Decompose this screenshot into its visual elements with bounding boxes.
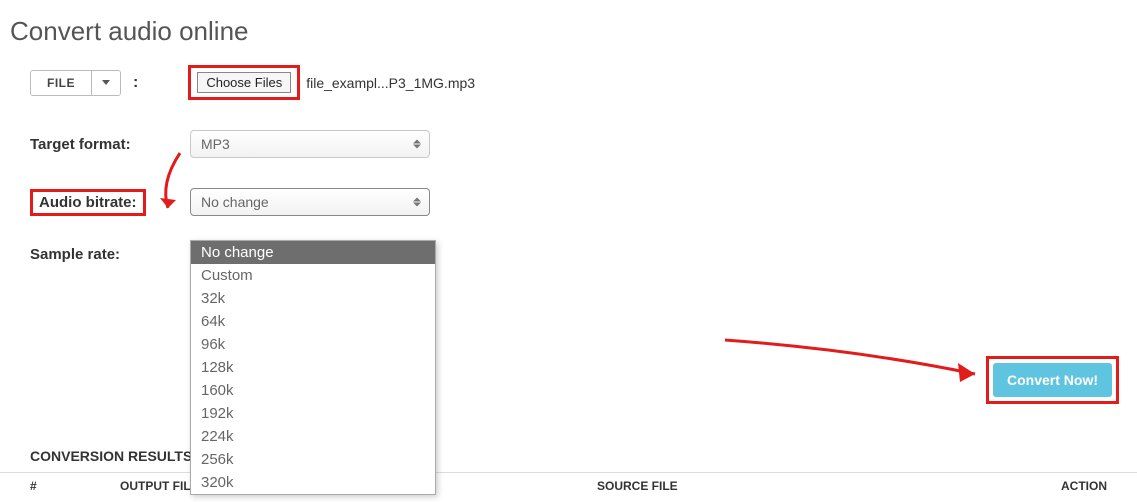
- chosen-filename: file_exampl...P3_1MG.mp3: [306, 75, 475, 91]
- bitrate-option[interactable]: 192k: [191, 402, 435, 425]
- bitrate-option[interactable]: 160k: [191, 379, 435, 402]
- bitrate-option[interactable]: No change: [191, 241, 435, 264]
- target-format-value: MP3: [201, 136, 230, 152]
- choose-files-button[interactable]: Choose Files: [197, 72, 291, 93]
- sample-rate-label: Sample rate:: [30, 246, 190, 263]
- bitrate-option[interactable]: Custom: [191, 264, 435, 287]
- annotation-arrow-icon: [720, 330, 1000, 390]
- convert-highlight: Convert Now!: [986, 356, 1119, 404]
- file-row: FILE : Choose Files file_exampl...P3_1MG…: [30, 65, 1127, 100]
- convert-now-button[interactable]: Convert Now!: [993, 363, 1112, 397]
- results-table-header: # OUTPUT FILE SOURCE FILE ACTION: [0, 472, 1137, 499]
- bitrate-option[interactable]: 32k: [191, 287, 435, 310]
- bitrate-option[interactable]: 96k: [191, 333, 435, 356]
- select-arrows-icon: [413, 198, 421, 207]
- bitrate-option[interactable]: 128k: [191, 356, 435, 379]
- page-title: Convert audio online: [0, 0, 1137, 55]
- bitrate-option[interactable]: 64k: [191, 310, 435, 333]
- bitrate-option[interactable]: 224k: [191, 425, 435, 448]
- bitrate-option[interactable]: 320k: [191, 471, 435, 494]
- target-format-label: Target format:: [30, 136, 190, 153]
- target-format-select[interactable]: MP3: [190, 130, 430, 158]
- col-hash: #: [30, 479, 120, 493]
- audio-bitrate-select[interactable]: No change: [190, 188, 430, 216]
- file-source-caret[interactable]: [91, 71, 120, 95]
- caret-down-icon: [102, 80, 110, 85]
- conversion-results-label: CONVERSION RESULTS:: [30, 448, 197, 464]
- audio-bitrate-label: Audio bitrate:: [30, 189, 146, 216]
- col-action: ACTION: [1027, 479, 1107, 493]
- select-arrows-icon: [413, 140, 421, 149]
- choose-files-highlight: Choose Files: [188, 65, 300, 100]
- col-source: SOURCE FILE: [597, 479, 1027, 493]
- file-colon: :: [133, 74, 138, 92]
- audio-bitrate-row: Audio bitrate: No change: [30, 188, 1127, 216]
- bitrate-option[interactable]: 256k: [191, 448, 435, 471]
- audio-bitrate-dropdown[interactable]: No changeCustom32k64k96k128k160k192k224k…: [190, 240, 436, 495]
- audio-bitrate-value: No change: [201, 194, 269, 210]
- file-source-button-group[interactable]: FILE: [30, 70, 121, 96]
- file-button[interactable]: FILE: [31, 71, 91, 95]
- target-format-row: Target format: MP3: [30, 130, 1127, 158]
